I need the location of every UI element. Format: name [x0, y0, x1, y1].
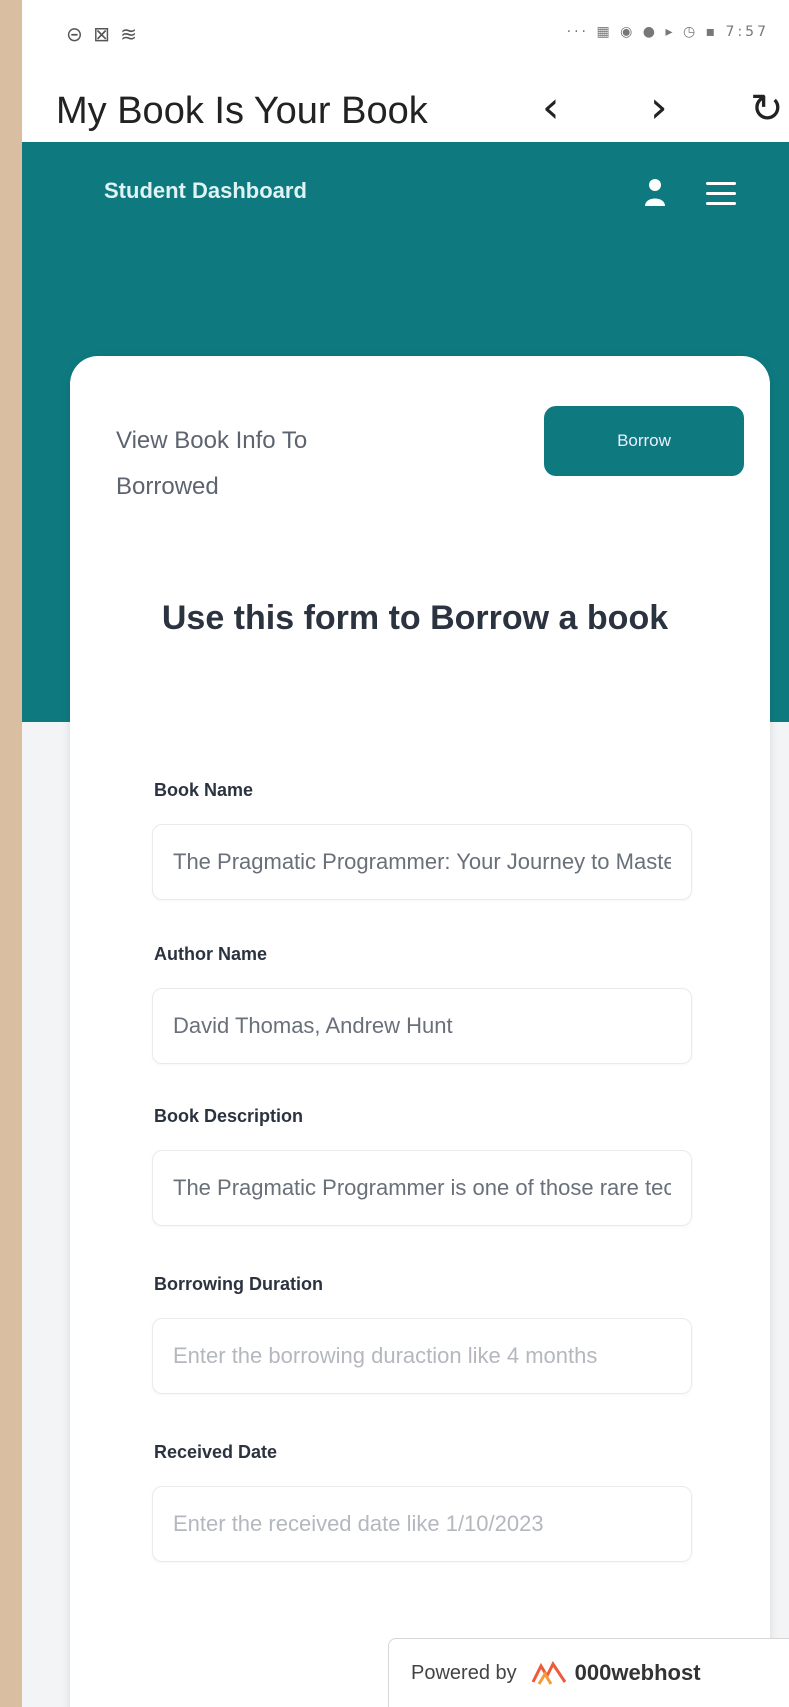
user-icon[interactable]	[644, 178, 666, 206]
page-title: My Book Is Your Book	[56, 90, 428, 132]
powered-by-brand: 000webhost	[574, 1660, 701, 1685]
reload-icon[interactable]: ↻	[750, 86, 784, 132]
borrow-form-card: View Book Info To Borrowed Borrow Use th…	[70, 356, 770, 1707]
form-heading: Use this form to Borrow a book	[161, 599, 669, 637]
received-date-label: Received Date	[154, 1442, 278, 1462]
hamburger-menu-icon[interactable]	[706, 182, 736, 205]
borrowing-duration-label: Borrowing Duration	[154, 1274, 323, 1294]
forward-icon[interactable]: ›	[650, 82, 668, 133]
author-name-label: Author Name	[154, 944, 268, 964]
status-icons-right: ··· ▦ ◉ ● ▸ ◷ ▪ 7:57	[566, 24, 769, 40]
status-icons-left: ⊝ ⊠ ≋	[66, 22, 139, 46]
borrowing-duration-input[interactable]	[152, 1318, 692, 1394]
book-name-input[interactable]	[152, 824, 692, 900]
dashboard-title[interactable]: Student Dashboard	[104, 178, 307, 204]
powered-by-text: Powered by	[411, 1661, 517, 1684]
powered-by-badge[interactable]: Powered by 000webhost	[388, 1638, 789, 1707]
received-date-input[interactable]	[152, 1486, 692, 1562]
book-description-label: Book Description	[154, 1106, 304, 1126]
borrow-button[interactable]: Borrow	[544, 406, 744, 476]
back-icon[interactable]: ‹	[542, 82, 560, 133]
book-description-input[interactable]	[152, 1150, 692, 1226]
view-book-info-text: View Book Info To Borrowed	[116, 427, 308, 500]
browser-toolbar: My Book Is Your Book ‹ › ↻	[22, 70, 789, 142]
webhost-logo-icon	[531, 1661, 566, 1685]
status-bar: ⊝ ⊠ ≋ ··· ▦ ◉ ● ▸ ◷ ▪ 7:57	[22, 0, 789, 70]
author-name-input[interactable]	[152, 988, 692, 1064]
phone-screen: ⊝ ⊠ ≋ ··· ▦ ◉ ● ▸ ◷ ▪ 7:57 My Book Is Yo…	[22, 0, 789, 1707]
book-name-label: Book Name	[154, 780, 254, 800]
